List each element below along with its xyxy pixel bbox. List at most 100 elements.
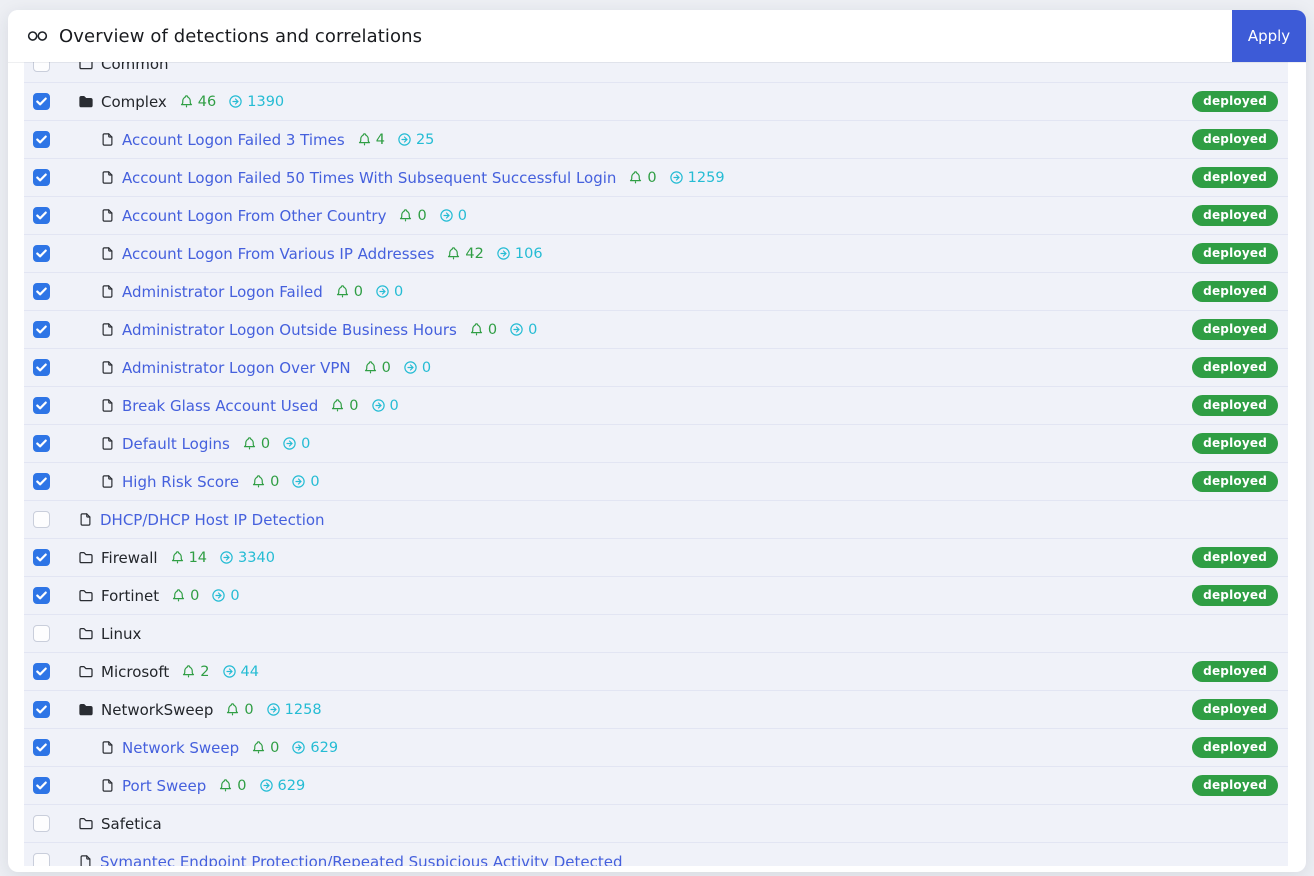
file-icon <box>100 322 115 337</box>
bell-icon <box>242 436 257 451</box>
status-badge: deployed <box>1192 471 1278 492</box>
row-checkbox[interactable] <box>33 853 50 866</box>
row-label[interactable]: High Risk Score <box>122 473 239 491</box>
file-icon <box>78 512 93 527</box>
tree-row[interactable]: Safetica <box>24 805 1288 843</box>
row-label[interactable]: Administrator Logon Over VPN <box>122 359 351 377</box>
row-counts: 0 0 <box>251 474 319 490</box>
row-label[interactable]: Network Sweep <box>122 739 239 757</box>
tree-row[interactable]: Complex 46 1390 deployed <box>24 83 1288 121</box>
row-label[interactable]: Administrator Logon Failed <box>122 283 323 301</box>
alerts-count: 0 <box>261 436 270 452</box>
arrow-circle-right-icon <box>266 702 281 717</box>
file-icon <box>100 436 115 451</box>
row-label[interactable]: Account Logon Failed 3 Times <box>122 131 345 149</box>
row-counts: 0 0 <box>335 284 403 300</box>
row-checkbox[interactable] <box>33 625 50 642</box>
events-count-group: 0 <box>439 208 467 224</box>
tree-row[interactable]: Account Logon Failed 3 Times 4 25 deploy… <box>24 121 1288 159</box>
row-label[interactable]: DHCP/DHCP Host IP Detection <box>100 511 325 529</box>
arrow-circle-right-icon <box>291 740 306 755</box>
row-checkbox[interactable] <box>33 397 50 414</box>
row-checkbox[interactable] <box>33 511 50 528</box>
tree-row[interactable]: Account Logon Failed 50 Times With Subse… <box>24 159 1288 197</box>
tree-row[interactable]: Administrator Logon Over VPN 0 0 deploye… <box>24 349 1288 387</box>
status-badge: deployed <box>1192 395 1278 416</box>
row-label[interactable]: Administrator Logon Outside Business Hou… <box>122 321 457 339</box>
tree-row[interactable]: Common <box>24 62 1288 83</box>
tree-row[interactable]: Firewall 14 3340 deployed <box>24 539 1288 577</box>
row-checkbox[interactable] <box>33 587 50 604</box>
status-badge: deployed <box>1192 357 1278 378</box>
tree-row[interactable]: Port Sweep 0 629 deployed <box>24 767 1288 805</box>
status-badge: deployed <box>1192 129 1278 150</box>
tree-row[interactable]: Default Logins 0 0 deployed <box>24 425 1288 463</box>
tree-row[interactable]: DHCP/DHCP Host IP Detection <box>24 501 1288 539</box>
file-icon <box>100 360 115 375</box>
tree-row[interactable]: Fortinet 0 0 deployed <box>24 577 1288 615</box>
arrow-circle-right-icon <box>219 550 234 565</box>
row-checkbox[interactable] <box>33 169 50 186</box>
row-label[interactable]: Account Logon From Other Country <box>122 207 386 225</box>
row-checkbox[interactable] <box>33 815 50 832</box>
row-checkbox[interactable] <box>33 549 50 566</box>
alerts-count: 0 <box>382 360 391 376</box>
tree-row[interactable]: Linux <box>24 615 1288 653</box>
row-counts: 42 106 <box>446 246 542 262</box>
check-icon <box>36 249 47 258</box>
events-count: 44 <box>241 664 259 680</box>
bell-icon <box>363 360 378 375</box>
row-checkbox[interactable] <box>33 473 50 490</box>
row-checkbox[interactable] <box>33 131 50 148</box>
row-label[interactable]: Break Glass Account Used <box>122 397 318 415</box>
row-counts: 46 1390 <box>179 94 284 110</box>
row-label[interactable]: Symantec Endpoint Protection/Repeated Su… <box>100 853 622 867</box>
alerts-count-group: 0 <box>398 208 426 224</box>
row-label[interactable]: Account Logon From Various IP Addresses <box>122 245 434 263</box>
row-checkbox[interactable] <box>33 245 50 262</box>
row-checkbox[interactable] <box>33 435 50 452</box>
row-checkbox[interactable] <box>33 739 50 756</box>
detections-tree: Common <box>24 62 1288 866</box>
events-count: 1390 <box>247 94 284 110</box>
tree-row[interactable]: Account Logon From Various IP Addresses … <box>24 235 1288 273</box>
events-count-group: 3340 <box>219 550 275 566</box>
tree-row[interactable]: NetworkSweep 0 1258 deployed <box>24 691 1288 729</box>
tree-row[interactable]: Account Logon From Other Country 0 0 dep… <box>24 197 1288 235</box>
row-checkbox[interactable] <box>33 283 50 300</box>
bell-icon <box>170 550 185 565</box>
arrow-circle-right-icon <box>371 398 386 413</box>
alerts-count: 2 <box>200 664 209 680</box>
row-checkbox[interactable] <box>33 701 50 718</box>
tree-row[interactable]: Administrator Logon Failed 0 0 deployed <box>24 273 1288 311</box>
tree-row[interactable]: Administrator Logon Outside Business Hou… <box>24 311 1288 349</box>
tree-row[interactable]: Break Glass Account Used 0 0 deployed <box>24 387 1288 425</box>
row-checkbox[interactable] <box>33 207 50 224</box>
tree-row[interactable]: Microsoft 2 44 deployed <box>24 653 1288 691</box>
status-badge: deployed <box>1192 585 1278 606</box>
status-badge: deployed <box>1192 699 1278 720</box>
row-counts: 0 0 <box>469 322 537 338</box>
row-label[interactable]: Account Logon Failed 50 Times With Subse… <box>122 169 616 187</box>
row-checkbox[interactable] <box>33 663 50 680</box>
row-checkbox[interactable] <box>33 93 50 110</box>
row-checkbox[interactable] <box>33 777 50 794</box>
events-count: 0 <box>394 284 403 300</box>
tree-row[interactable]: Symantec Endpoint Protection/Repeated Su… <box>24 843 1288 866</box>
row-label[interactable]: Port Sweep <box>122 777 206 795</box>
status-badge: deployed <box>1192 319 1278 340</box>
events-count-group: 0 <box>509 322 537 338</box>
events-count-group: 1259 <box>669 170 725 186</box>
tree-row[interactable]: Network Sweep 0 629 deployed <box>24 729 1288 767</box>
apply-button[interactable]: Apply <box>1232 10 1306 62</box>
row-label[interactable]: Default Logins <box>122 435 230 453</box>
row-checkbox[interactable] <box>33 321 50 338</box>
alerts-count-group: 14 <box>170 550 207 566</box>
bell-icon <box>398 208 413 223</box>
tree-row[interactable]: High Risk Score 0 0 deployed <box>24 463 1288 501</box>
row-label: Fortinet <box>101 587 159 605</box>
row-counts: 4 25 <box>357 132 435 148</box>
row-checkbox[interactable] <box>33 62 50 72</box>
detections-list-viewport[interactable]: Common <box>24 62 1288 866</box>
row-checkbox[interactable] <box>33 359 50 376</box>
